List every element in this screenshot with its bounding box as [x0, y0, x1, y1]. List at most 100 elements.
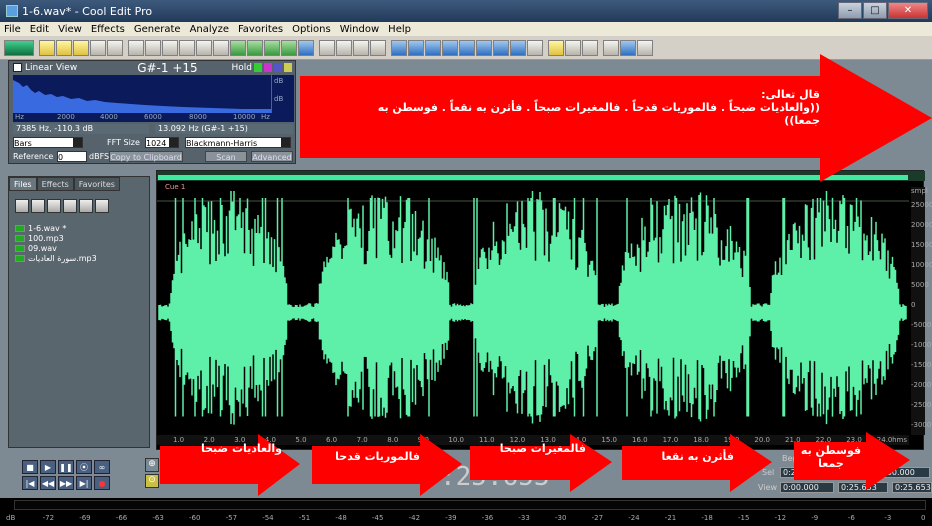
paste-icon[interactable] [230, 39, 246, 56]
trim-icon[interactable] [281, 39, 297, 56]
undo-icon[interactable] [128, 39, 144, 56]
play-to-end-button[interactable]: ⦿ [76, 460, 92, 474]
list-item[interactable]: 1-6.wav * [15, 223, 149, 233]
close-button[interactable]: ✕ [888, 2, 928, 19]
close-file-icon[interactable] [31, 199, 45, 213]
view-6-icon[interactable] [476, 39, 492, 56]
cut-icon[interactable] [213, 39, 229, 56]
copy-icon[interactable] [179, 39, 195, 56]
minimize-button[interactable]: – [838, 2, 862, 19]
display-mode-select[interactable]: Bars [13, 137, 83, 148]
amp-tick: -5000 [911, 321, 932, 329]
new-file-icon[interactable] [39, 39, 55, 56]
go-to-start-button[interactable]: |◀ [22, 476, 38, 490]
amp-tick: 5000 [911, 281, 929, 289]
advanced-button[interactable]: Advanced [251, 151, 293, 162]
repeat-icon[interactable] [162, 39, 178, 56]
list-item[interactable]: 09.wav [15, 243, 149, 253]
menu-analyze[interactable]: Analyze [190, 24, 229, 35]
zoom-in-icon[interactable]: ⊕ [145, 458, 159, 472]
tab-favorites[interactable]: Favorites [73, 177, 120, 191]
view-9-icon[interactable] [527, 39, 543, 56]
reference-label: Reference [13, 152, 54, 161]
close-file-icon[interactable] [107, 39, 123, 56]
menu-edit[interactable]: Edit [30, 24, 49, 35]
redo-icon[interactable] [145, 39, 161, 56]
window-function-select[interactable]: Blackmann-Harris [185, 137, 291, 148]
tab-files[interactable]: Files [9, 177, 37, 191]
hold-1-button[interactable] [254, 63, 262, 72]
linear-view-checkbox[interactable] [13, 63, 22, 72]
open-folder-icon[interactable] [15, 199, 29, 213]
view-8-icon[interactable] [510, 39, 526, 56]
hold-2-button[interactable] [264, 63, 272, 72]
table-icon[interactable] [370, 39, 386, 56]
fast-forward-button[interactable]: ▶▶ [58, 476, 74, 490]
rewind-button[interactable]: ◀◀ [40, 476, 56, 490]
view-1-icon[interactable] [391, 39, 407, 56]
time-tick: 24.0 [876, 436, 893, 444]
copy-to-clipboard-button[interactable]: Copy to Clipboard [109, 151, 183, 162]
stop-button[interactable]: ■ [22, 460, 38, 474]
menu-view[interactable]: View [58, 24, 82, 35]
zoom-selection-icon[interactable]: ⊙ [145, 474, 159, 488]
list-item[interactable]: 100.mp3 [15, 233, 149, 243]
scan-button[interactable]: Scan [205, 151, 247, 162]
multitrack-toggle-button[interactable] [4, 39, 34, 56]
play-button[interactable]: ▶ [40, 460, 56, 474]
menu-effects[interactable]: Effects [91, 24, 125, 35]
overview-range[interactable] [158, 175, 908, 180]
overview-bar[interactable] [157, 171, 925, 181]
view-2-icon[interactable] [408, 39, 424, 56]
waveform-editor[interactable]: Cue 1 smpl 25000 20000 15000 10000 5000 … [156, 170, 932, 450]
maximize-button[interactable]: □ [863, 2, 887, 19]
view-begin-field[interactable]: 0:00.000 [780, 482, 834, 493]
layout-2-icon[interactable] [620, 39, 636, 56]
view-5-icon[interactable] [459, 39, 475, 56]
layout-3-icon[interactable] [637, 39, 653, 56]
mix-paste-icon[interactable] [264, 39, 280, 56]
open-file-icon[interactable] [56, 39, 72, 56]
loop-button[interactable]: ∞ [94, 460, 110, 474]
save-as-icon[interactable] [90, 39, 106, 56]
view-length-field[interactable]: 0:25.653 [892, 482, 932, 493]
pause-button[interactable]: ❚❚ [58, 460, 74, 474]
help-icon[interactable] [95, 199, 109, 213]
meter-tick: -60 [189, 514, 201, 522]
cue-marker[interactable]: Cue 1 [157, 183, 925, 191]
fft-size-select[interactable]: 1024 [145, 137, 179, 148]
menu-window[interactable]: Window [340, 24, 379, 35]
reference-input[interactable]: 0 [57, 151, 87, 162]
find-icon[interactable] [298, 39, 314, 56]
list-item[interactable]: سورة العاديات.mp3 [15, 253, 149, 263]
menu-options[interactable]: Options [292, 24, 331, 35]
envelope-icon[interactable] [319, 39, 335, 56]
record-button[interactable]: ● [94, 476, 110, 490]
hold-3-button[interactable] [274, 63, 282, 72]
insert-file-icon[interactable] [63, 199, 77, 213]
go-to-end-button[interactable]: ▶| [76, 476, 92, 490]
spectral-icon[interactable] [336, 39, 352, 56]
view-3-icon[interactable] [425, 39, 441, 56]
view-end-field[interactable]: 0:25.653 [838, 482, 888, 493]
script-icon[interactable] [565, 39, 581, 56]
sel-end-field[interactable]: 0:00.000 [876, 467, 930, 478]
view-4-icon[interactable] [442, 39, 458, 56]
layout-1-icon[interactable] [603, 39, 619, 56]
save-file-icon[interactable] [73, 39, 89, 56]
menu-favorites[interactable]: Favorites [238, 24, 283, 35]
menu-help[interactable]: Help [388, 24, 411, 35]
help-icon[interactable] [582, 39, 598, 56]
menu-generate[interactable]: Generate [134, 24, 181, 35]
copy-new-icon[interactable] [196, 39, 212, 56]
edit-file-icon[interactable] [47, 199, 61, 213]
tab-effects[interactable]: Effects [36, 177, 74, 191]
waveform[interactable] [157, 191, 909, 435]
settings-icon[interactable] [548, 39, 564, 56]
options-icon[interactable] [79, 199, 93, 213]
hold-4-button[interactable] [284, 63, 292, 72]
grid-icon[interactable] [353, 39, 369, 56]
paste-new-icon[interactable] [247, 39, 263, 56]
menu-file[interactable]: File [4, 24, 21, 35]
view-7-icon[interactable] [493, 39, 509, 56]
